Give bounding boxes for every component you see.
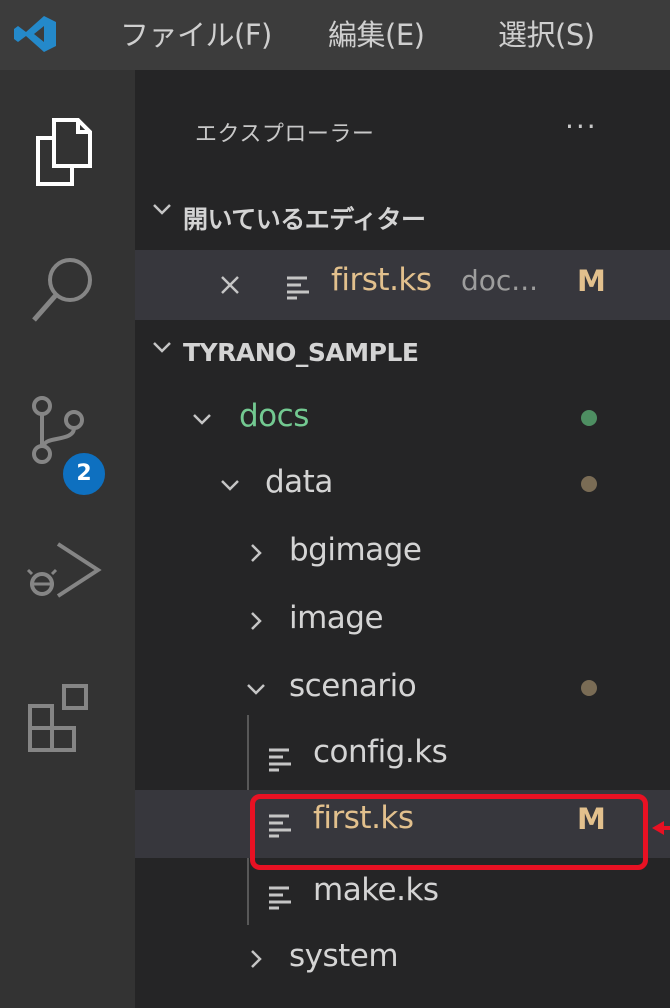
open-editor-description: doc... xyxy=(461,264,538,297)
run-debug-icon[interactable] xyxy=(24,530,104,610)
more-actions-icon[interactable]: ··· xyxy=(565,110,598,143)
tree-item-data[interactable]: data xyxy=(135,454,670,520)
modified-badge: M xyxy=(577,264,606,298)
source-control-badge: 2 xyxy=(60,450,108,498)
tree-label-system: system xyxy=(289,938,399,974)
workspace-header[interactable]: TYRANO_SAMPLE xyxy=(135,322,670,388)
tree-label-make: make.ks xyxy=(313,872,439,908)
chevron-right-icon xyxy=(251,612,262,630)
open-editor-item[interactable]: first.ks doc... M xyxy=(135,250,670,320)
tree-item-image[interactable]: image xyxy=(135,590,670,656)
menu-file[interactable]: ファイル(F) xyxy=(120,12,272,54)
file-lines-icon xyxy=(287,276,309,300)
title-bar: ファイル(F) 編集(E) 選択(S) xyxy=(0,0,670,70)
explorer-title: エクスプローラー xyxy=(195,122,375,147)
search-icon[interactable] xyxy=(24,250,104,330)
chevron-down-icon xyxy=(221,480,239,491)
close-icon[interactable] xyxy=(219,274,241,296)
open-editors-header[interactable]: 開いているエディター xyxy=(135,184,670,250)
tree-item-bgimage[interactable]: bgimage xyxy=(135,522,670,588)
menu-selection[interactable]: 選択(S) xyxy=(498,12,595,54)
tree-label-scenario: scenario xyxy=(289,668,417,704)
vscode-logo-icon xyxy=(14,16,56,52)
arrow-pointer-icon xyxy=(652,821,670,835)
status-dot xyxy=(581,680,597,696)
highlight-box xyxy=(250,794,648,870)
tree-item-system[interactable]: system xyxy=(135,928,670,994)
tree-label-data: data xyxy=(265,464,333,500)
chevron-down-icon xyxy=(153,204,171,215)
file-lines-icon xyxy=(269,748,291,772)
activity-bar: 2 xyxy=(0,70,135,1008)
extensions-icon[interactable] xyxy=(24,680,104,760)
status-dot xyxy=(581,476,597,492)
open-editor-filename: first.ks xyxy=(331,262,432,298)
tree-label-config: config.ks xyxy=(313,734,448,770)
tree-item-scenario[interactable]: scenario xyxy=(135,658,670,724)
explorer-sidebar: エクスプローラー ··· 開いているエディター first.ks doc... … xyxy=(135,70,670,1008)
open-editors-label: 開いているエディター xyxy=(183,205,426,234)
chevron-down-icon xyxy=(193,414,211,425)
tree-label-bgimage: bgimage xyxy=(289,532,422,568)
workspace-label: TYRANO_SAMPLE xyxy=(183,338,419,367)
tree-item-make[interactable]: make.ks xyxy=(135,862,670,928)
tree-item-config[interactable]: config.ks xyxy=(135,724,670,790)
tree-label-docs: docs xyxy=(239,398,309,434)
chevron-right-icon xyxy=(251,544,262,562)
status-dot xyxy=(581,410,597,426)
chevron-down-icon xyxy=(153,342,171,353)
chevron-down-icon xyxy=(247,684,265,695)
tree-item-docs[interactable]: docs xyxy=(135,388,670,454)
tree-label-image: image xyxy=(289,600,384,636)
file-lines-icon xyxy=(269,886,291,910)
explorer-icon[interactable] xyxy=(24,110,104,190)
chevron-right-icon xyxy=(251,950,262,968)
menu-edit[interactable]: 編集(E) xyxy=(328,12,425,54)
